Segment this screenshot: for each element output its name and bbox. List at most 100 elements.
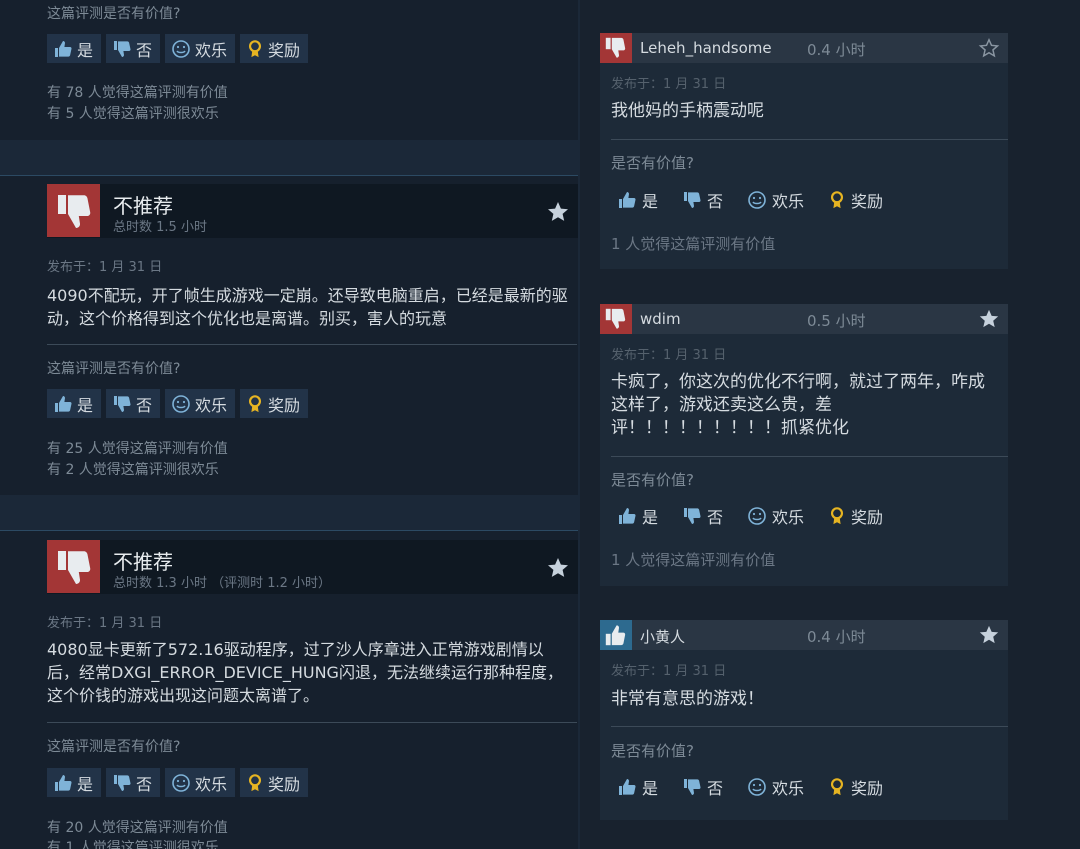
vote-funny-button[interactable]: 欢乐 [165, 768, 236, 797]
helpful-count: 有 25 人觉得这篇评测有价值 [47, 441, 228, 457]
review-text: 非常有意思的游戏！ [611, 689, 764, 709]
vote-no-label: 否 [136, 395, 153, 415]
thumb-up-icon [617, 506, 637, 526]
award-icon [246, 39, 264, 59]
vote-no-button[interactable]: 否 [106, 768, 161, 797]
award-icon [828, 190, 846, 210]
vote-yes-button[interactable]: 是 [611, 501, 664, 530]
vote-no-label: 否 [707, 778, 724, 798]
helpful-question: 是否有价值? [611, 154, 694, 172]
username[interactable]: 小黄人 [640, 626, 685, 647]
vote-funny-button[interactable]: 欢乐 [741, 772, 810, 801]
award-label: 奖励 [268, 40, 301, 60]
vote-no-button[interactable]: 否 [676, 501, 729, 530]
vote-funny-label: 欢乐 [772, 507, 805, 527]
star-icon[interactable] [978, 624, 1000, 646]
review-card: 这篇评测是否有价值? 是 否 欢乐 奖励 有 78 人觉得这篇评测有价值 有 5… [0, 0, 578, 140]
vote-buttons: 是 否 欢乐 奖励 [47, 389, 309, 418]
star-icon[interactable] [546, 556, 570, 580]
username[interactable]: Leheh_handsome [640, 39, 772, 57]
vote-no-button[interactable]: 否 [676, 772, 729, 801]
playtime: 0.4 小时 [807, 628, 866, 646]
vote-yes-button[interactable]: 是 [611, 185, 664, 214]
vote-funny-button[interactable]: 欢乐 [165, 389, 236, 418]
vote-yes-button[interactable]: 是 [47, 768, 102, 797]
star-outline-icon[interactable] [978, 37, 1000, 59]
helpful-question: 这篇评测是否有价值? [47, 6, 181, 22]
divider [611, 726, 1008, 727]
review-card: wdim 0.5 小时 发布于：1 月 31 日 卡疯了，你这次的优化不行啊，就… [600, 304, 1008, 586]
vote-buttons: 是 否 欢乐 奖励 [47, 768, 309, 797]
star-icon[interactable] [546, 200, 570, 224]
helpful-question: 这篇评测是否有价值? [47, 739, 181, 755]
smile-icon [747, 777, 767, 797]
award-button[interactable]: 奖励 [240, 34, 309, 63]
award-button[interactable]: 奖励 [240, 768, 309, 797]
vote-yes-label: 是 [642, 778, 659, 798]
vote-funny-button[interactable]: 欢乐 [741, 501, 810, 530]
thumb-up-icon [53, 39, 73, 59]
recommendation-title: 不推荐 [113, 194, 173, 218]
review-text: 我他妈的手柄震动呢 [611, 101, 764, 121]
divider [47, 722, 577, 723]
thumb-down-icon [682, 777, 702, 797]
award-button[interactable]: 奖励 [822, 185, 889, 214]
vote-funny-button[interactable]: 欢乐 [165, 34, 236, 63]
funny-count: 有 1 人觉得这篇评测很欢乐 [47, 840, 219, 849]
not-recommended-badge [47, 540, 100, 593]
left-review-column: 这篇评测是否有价值? 是 否 欢乐 奖励 有 78 人觉得这篇评测有价值 有 5… [0, 0, 580, 849]
playtime: 0.4 小时 [807, 41, 866, 59]
vote-buttons: 是 否 欢乐 奖励 [611, 185, 889, 214]
thumb-up-icon [53, 394, 73, 414]
posted-date: 发布于：1 月 31 日 [47, 616, 163, 631]
thumb-down-icon [604, 36, 628, 60]
vote-no-button[interactable]: 否 [106, 34, 161, 63]
posted-date: 发布于：1 月 31 日 [611, 348, 727, 363]
award-button[interactable]: 奖励 [240, 389, 309, 418]
helpful-question: 是否有价值? [611, 742, 694, 760]
vote-no-label: 否 [136, 774, 153, 794]
thumb-down-icon [112, 39, 132, 59]
star-icon[interactable] [978, 308, 1000, 330]
review-header: Leheh_handsome 0.4 小时 [600, 33, 1008, 63]
playtime: 0.5 小时 [807, 312, 866, 330]
vote-funny-button[interactable]: 欢乐 [741, 185, 810, 214]
thumb-down-icon [682, 190, 702, 210]
thumb-down-icon [112, 773, 132, 793]
review-text: 4090不配玩，开了帧生成游戏一定崩。还导致电脑重启，已经是最新的驱动，这个价格… [47, 286, 568, 328]
vote-yes-label: 是 [77, 774, 94, 794]
award-button[interactable]: 奖励 [822, 501, 889, 530]
thumb-down-icon [54, 547, 94, 587]
helpful-question: 这篇评测是否有价值? [47, 361, 181, 377]
vote-no-button[interactable]: 否 [106, 389, 161, 418]
funny-count: 有 2 人觉得这篇评测很欢乐 [47, 462, 219, 478]
vote-no-label: 否 [707, 191, 724, 211]
review-header: wdim 0.5 小时 [600, 304, 1008, 334]
thumb-down-icon [604, 307, 628, 331]
divider [611, 456, 1008, 457]
divider [611, 139, 1008, 140]
thumb-up-icon [617, 777, 637, 797]
vote-yes-button[interactable]: 是 [47, 389, 102, 418]
vote-yes-button[interactable]: 是 [611, 772, 664, 801]
helpful-count: 1 人觉得这篇评测有价值 [611, 551, 776, 569]
vote-yes-button[interactable]: 是 [47, 34, 102, 63]
award-button[interactable]: 奖励 [822, 772, 889, 801]
vote-no-button[interactable]: 否 [676, 185, 729, 214]
thumb-up-icon [617, 190, 637, 210]
vote-funny-label: 欢乐 [195, 395, 228, 415]
not-recommended-badge [47, 184, 100, 237]
review-card: Leheh_handsome 0.4 小时 发布于：1 月 31 日 我他妈的手… [600, 33, 1008, 269]
vote-funny-label: 欢乐 [772, 191, 805, 211]
review-header: 不推荐 总时数 1.5 小时 [47, 184, 578, 238]
vote-buttons: 是 否 欢乐 奖励 [47, 34, 309, 63]
vote-yes-label: 是 [642, 507, 659, 527]
vote-buttons: 是 否 欢乐 奖励 [611, 772, 889, 801]
posted-date: 发布于：1 月 31 日 [611, 664, 727, 679]
username[interactable]: wdim [640, 310, 681, 328]
recommended-badge [600, 620, 632, 650]
award-icon [828, 506, 846, 526]
card-divider [0, 175, 578, 176]
helpful-count: 有 20 人觉得这篇评测有价值 [47, 820, 228, 836]
award-icon [246, 394, 264, 414]
